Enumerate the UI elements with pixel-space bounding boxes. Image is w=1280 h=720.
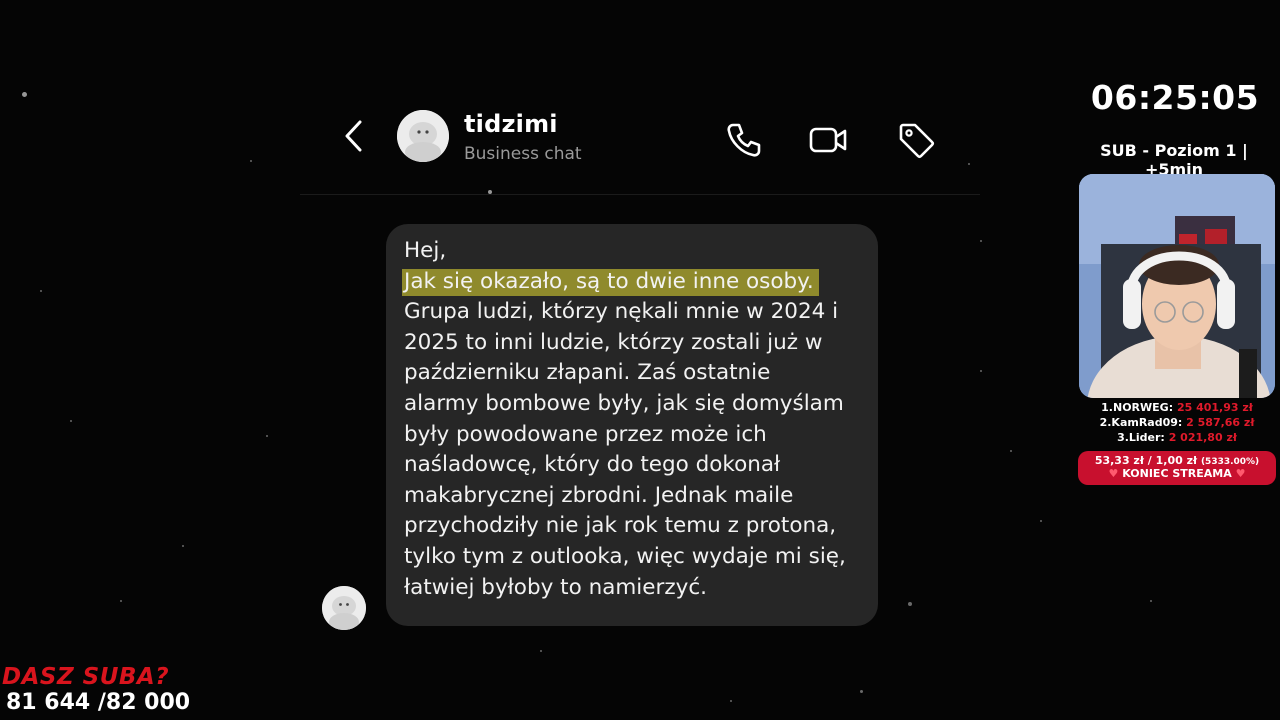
- stream-timer: 06:25:05: [1090, 78, 1260, 117]
- phone-icon: [727, 123, 761, 157]
- back-button[interactable]: [340, 118, 370, 154]
- donor-entry: 1.NORWEG: 25 401,93 zł: [1080, 401, 1274, 414]
- chat-header: tidzimi Business chat: [300, 100, 980, 195]
- message-line: 2025 to inni ludzie, którzy zostali już …: [404, 329, 823, 355]
- goal-current: 53,33 zł: [1094, 454, 1144, 467]
- goal-percent: (5333.00%): [1200, 457, 1260, 467]
- message-line-highlighted: Jak się okazało, są to dwie inne osoby.: [402, 267, 860, 298]
- donor-amount: 2 587,66 zł: [1186, 416, 1255, 429]
- contact-subtitle: Business chat: [464, 144, 582, 164]
- message-line: tylko tym z outlooka, więc wydaje mi się…: [404, 543, 846, 569]
- sender-avatar[interactable]: [322, 586, 366, 630]
- message-line: październiku złapani. Zaś ostatnie: [404, 360, 771, 386]
- tag-icon: [899, 123, 935, 159]
- sub-counter: 81 644 /82 000: [6, 690, 191, 715]
- webcam-feed: [1079, 174, 1275, 398]
- donor-entry: 2.KamRad09: 2 587,66 zł: [1080, 416, 1274, 429]
- message-line: łatwiej byłoby to namierzyć.: [404, 574, 708, 600]
- contact-name[interactable]: tidzimi: [464, 110, 558, 138]
- donor-rank: 2.KamRad09:: [1099, 416, 1183, 429]
- goal-target: 1,00 zł: [1155, 454, 1198, 467]
- back-chevron-icon: [345, 120, 362, 152]
- message-line: przychodziły nie jak rok temu z protona,: [404, 513, 837, 539]
- sub-prompt: DASZ SUBA?: [2, 664, 170, 690]
- donor-rank: 3.Lider:: [1117, 431, 1165, 444]
- call-button[interactable]: [724, 120, 764, 160]
- message-line: makabrycznej zbrodni. Jednak maile: [404, 482, 794, 508]
- tag-button[interactable]: [896, 120, 936, 160]
- donor-amount: 25 401,93 zł: [1176, 401, 1253, 414]
- message-line: alarmy bombowe były, jak się domyślam: [404, 390, 844, 416]
- heart-icon: ♥: [1108, 467, 1119, 480]
- message-line: Grupa ludzi, którzy nękali mnie w 2024 i: [404, 299, 839, 325]
- highlighted-text: Jak się okazało, są to dwie inne osoby.: [402, 268, 819, 296]
- goal-label: KONIEC STREAMA: [1122, 467, 1232, 480]
- donor-rank: 1.NORWEG:: [1101, 401, 1174, 414]
- donation-goal: 53,33 zł / 1,00 zł (5333.00%) ♥ KONIEC S…: [1078, 451, 1276, 485]
- donor-entry: 3.Lider: 2 021,80 zł: [1080, 431, 1274, 444]
- message-line: były powodowane przez może ich: [404, 421, 767, 447]
- video-call-button[interactable]: [808, 120, 848, 160]
- donor-amount: 2 021,80 zł: [1168, 431, 1237, 444]
- contact-avatar[interactable]: [397, 110, 449, 162]
- heart-icon: ♥: [1235, 467, 1246, 480]
- message-line: Hej,: [404, 238, 447, 263]
- message-bubble[interactable]: Hej, Jak się okazało, są to dwie inne os…: [386, 224, 878, 626]
- message-line: naśladowcę, który do tego dokonał: [404, 452, 781, 478]
- video-camera-icon: [809, 127, 847, 153]
